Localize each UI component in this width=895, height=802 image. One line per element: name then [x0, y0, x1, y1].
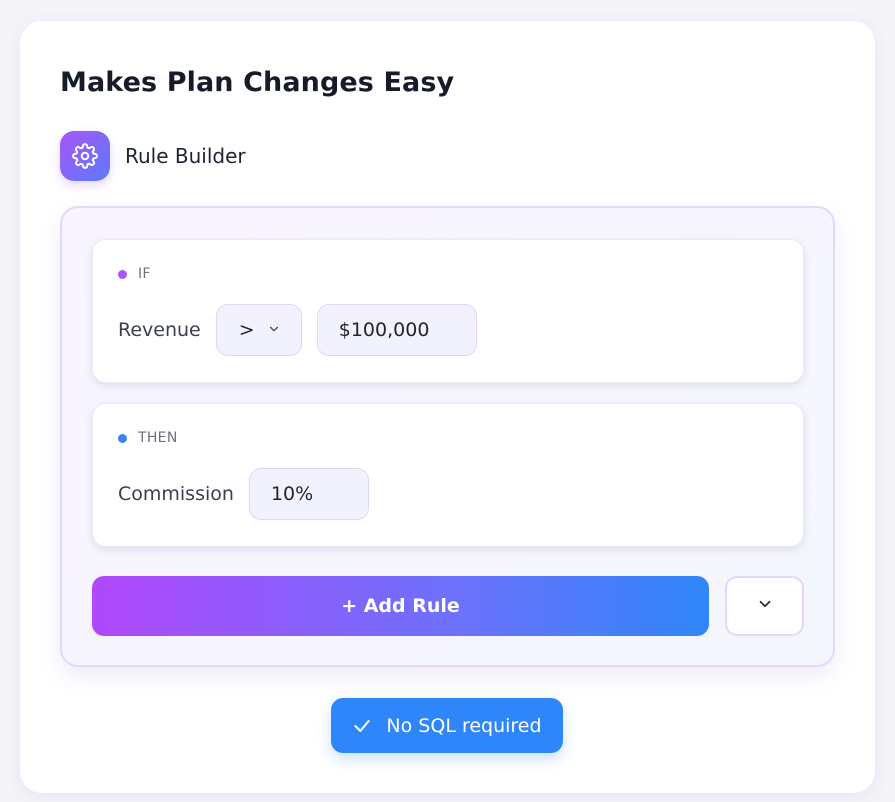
chevron-down-icon	[267, 319, 281, 341]
feature-card: Makes Plan Changes Easy Rule Builder IF …	[20, 21, 875, 793]
card-title: Makes Plan Changes Easy	[60, 67, 455, 98]
add-rule-button[interactable]: + Add Rule	[92, 576, 709, 636]
if-tag-label: IF	[138, 266, 151, 282]
rule-builder-header: Rule Builder	[60, 131, 246, 181]
if-field-row: Revenue > $100,000	[118, 304, 477, 356]
revenue-label: Revenue	[118, 319, 201, 341]
if-condition-card: IF Revenue > $100,000	[92, 239, 804, 383]
expand-options-button[interactable]	[725, 576, 804, 636]
rule-builder-label: Rule Builder	[125, 144, 246, 168]
no-sql-label: No SQL required	[386, 714, 542, 737]
then-action-card: THEN Commission 10%	[92, 403, 804, 547]
then-tag-label: THEN	[138, 430, 178, 446]
operator-value: >	[238, 319, 255, 341]
revenue-value-input[interactable]: $100,000	[316, 304, 477, 356]
operator-select[interactable]: >	[215, 304, 302, 356]
then-dot	[118, 433, 127, 443]
gear-icon	[60, 131, 110, 181]
commission-value-input[interactable]: 10%	[248, 468, 369, 520]
check-icon	[352, 716, 372, 736]
rule-builder-panel: IF Revenue > $100,000 THEN Commission 10…	[60, 206, 835, 667]
if-dot	[118, 269, 127, 279]
then-field-row: Commission 10%	[118, 468, 369, 520]
then-tag: THEN	[118, 430, 178, 446]
commission-label: Commission	[118, 483, 234, 505]
chevron-down-icon	[756, 595, 774, 617]
no-sql-badge: No SQL required	[331, 698, 563, 753]
if-tag: IF	[118, 266, 151, 282]
